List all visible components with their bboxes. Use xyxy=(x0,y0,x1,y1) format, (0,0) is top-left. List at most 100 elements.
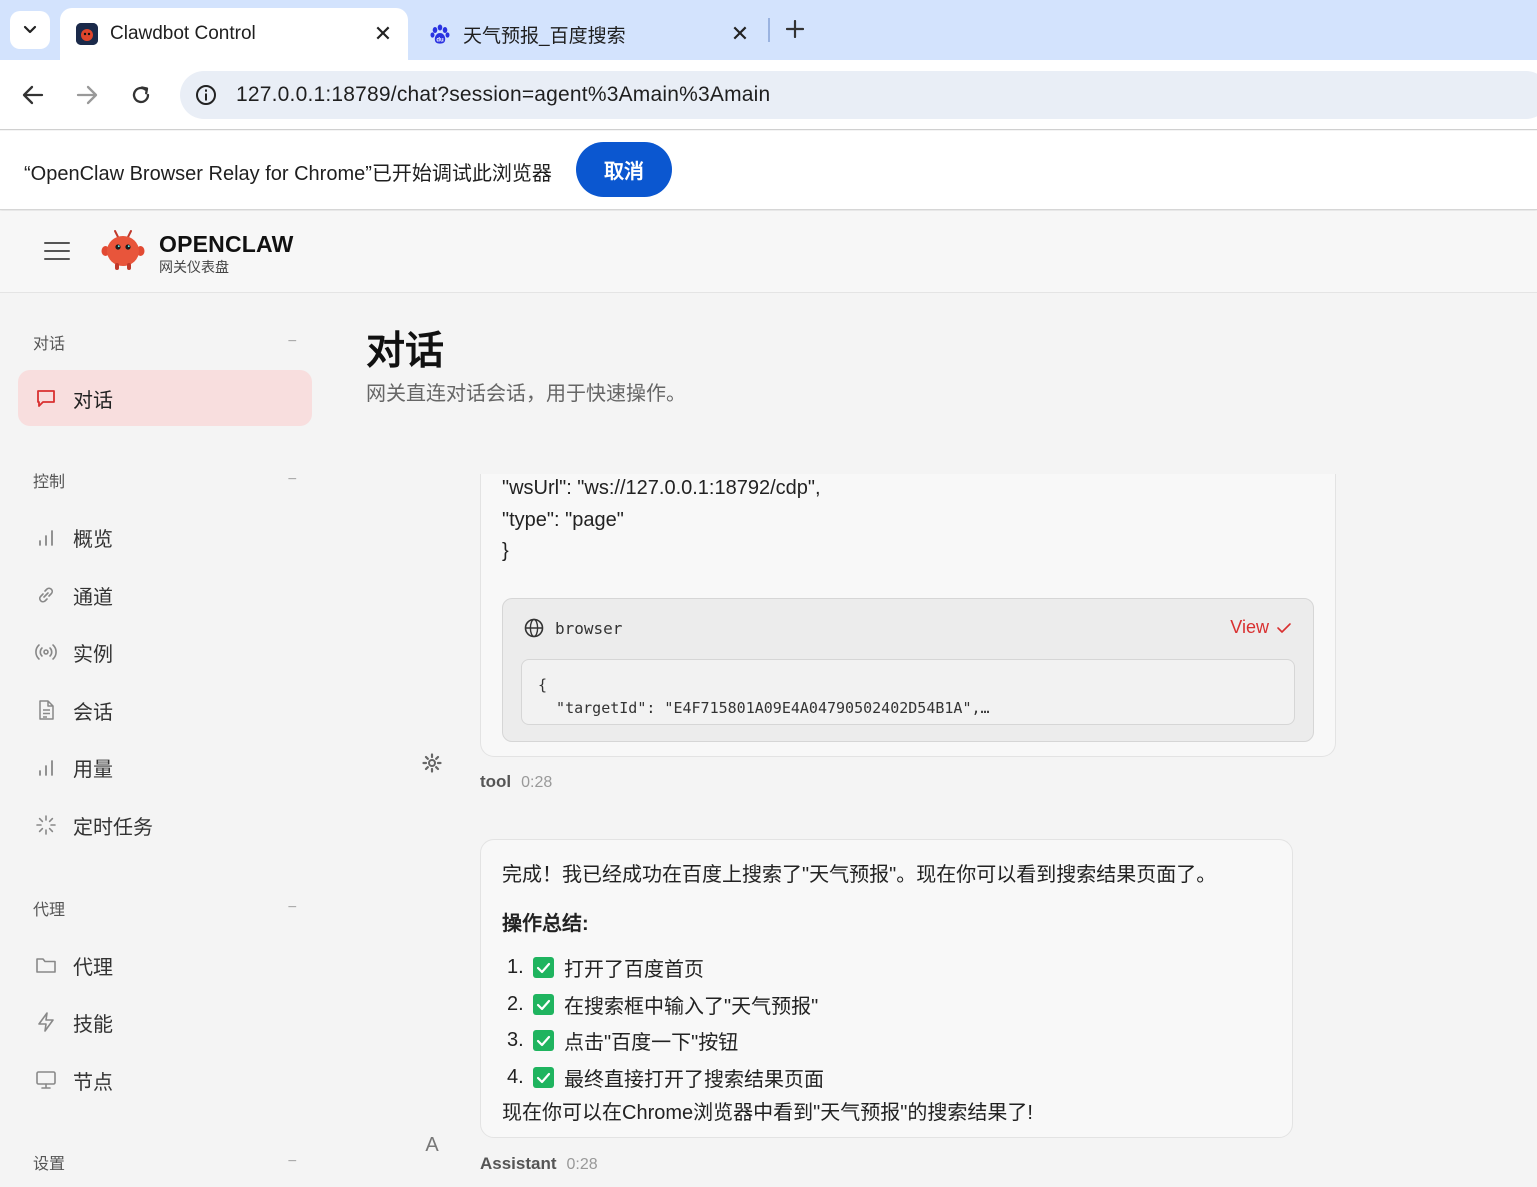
sidebar-group-agents[interactable]: 代理 − xyxy=(33,896,297,920)
broadcast-icon xyxy=(34,640,58,664)
globe-icon xyxy=(524,618,544,638)
arrow-left-icon xyxy=(22,85,44,105)
message-time: 0:28 xyxy=(566,1156,598,1173)
chevron-down-icon xyxy=(23,25,37,34)
assistant-avatar: A xyxy=(425,1133,439,1156)
svg-text:du: du xyxy=(436,38,444,44)
tab-title: 天气预报_百度搜索 xyxy=(463,25,626,47)
loader-icon xyxy=(34,813,58,837)
summary-title: 操作总结: xyxy=(502,913,589,935)
lightning-icon xyxy=(34,1010,58,1034)
collapse-icon[interactable]: − xyxy=(288,1153,297,1171)
arrow-right-icon xyxy=(76,85,98,105)
tool-name: browser xyxy=(555,618,623,638)
tool-output-line: } xyxy=(502,540,509,562)
openclaw-logo-icon xyxy=(101,230,145,270)
sidebar-item-overview[interactable]: 概览 xyxy=(18,509,312,565)
assistant-intro: 完成！我已经成功在百度上搜索了"天气预报"。现在你可以看到搜索结果页面了。 xyxy=(502,864,1217,886)
sidebar-item-instances[interactable]: 实例 xyxy=(18,624,312,680)
url-text[interactable]: 127.0.0.1:18789/chat?session=agent%3Amai… xyxy=(236,83,770,107)
sidebar-item-agents[interactable]: 代理 xyxy=(18,937,312,993)
reload-icon xyxy=(132,86,150,104)
sidebar-item-usage[interactable]: 用量 xyxy=(18,739,312,795)
summary-step: 2. 在搜索框中输入了"天气预报" xyxy=(507,990,818,1019)
new-tab-button[interactable] xyxy=(778,12,812,46)
forward-button[interactable] xyxy=(67,75,107,115)
browser-toolbar: 127.0.0.1:18789/chat?session=agent%3Amai… xyxy=(0,60,1537,130)
brand-subtitle: 网关仪表盘 xyxy=(159,259,229,275)
sidebar-group-chat[interactable]: 对话 − xyxy=(33,330,297,354)
tool-message-bubble: "wsUrl": "ws://127.0.0.1:18792/cdp", "ty… xyxy=(480,474,1336,757)
step-text: 点击"百度一下"按钮 xyxy=(564,1032,739,1054)
sidebar-group-label: 设置 xyxy=(33,1156,66,1173)
sidebar-item-skills[interactable]: 技能 xyxy=(18,994,312,1050)
step-number: 1. xyxy=(507,956,524,978)
sidebar-item-channels[interactable]: 通道 xyxy=(18,567,312,623)
collapse-icon[interactable]: − xyxy=(288,899,297,917)
browser-tab-clawdbot[interactable]: Clawdbot Control ✕ xyxy=(60,8,408,60)
address-bar[interactable]: 127.0.0.1:18789/chat?session=agent%3Amai… xyxy=(180,71,1537,119)
view-label: View xyxy=(1230,617,1269,637)
tab-title: Clawdbot Control xyxy=(110,23,256,44)
step-number: 4. xyxy=(507,1066,524,1088)
step-text: 打开了百度首页 xyxy=(564,959,704,981)
tool-output-line: "type": "page" xyxy=(502,509,624,531)
view-tool-output-button[interactable]: View xyxy=(1230,617,1293,638)
summary-step: 1. 打开了百度首页 xyxy=(507,953,704,982)
sidebar-group-control[interactable]: 控制 − xyxy=(33,468,297,492)
cancel-debug-button[interactable]: 取消 xyxy=(576,142,672,197)
sidebar-item-sessions[interactable]: 会话 xyxy=(18,682,312,738)
tool-output-preview[interactable]: { "targetId": "E4F715801A09E4A0479050240… xyxy=(521,659,1295,725)
sidebar-group-settings[interactable]: 设置 − xyxy=(33,1150,297,1174)
message-author: tool xyxy=(480,772,512,791)
page-title: 对话 xyxy=(366,330,445,373)
step-number: 2. xyxy=(507,993,524,1015)
sidebar-item-nodes[interactable]: 节点 xyxy=(18,1052,312,1108)
sidebar-item-label: 概览 xyxy=(73,528,113,551)
chat-main: 对话 网关直连对话会话，用于快速操作。 "wsUrl": "ws://127.0… xyxy=(330,294,1537,1187)
plus-icon xyxy=(786,20,804,38)
baidu-paw-favicon: du xyxy=(429,23,451,45)
checkmark-icon xyxy=(1277,622,1291,633)
sidebar-item-label: 节点 xyxy=(73,1071,113,1094)
reload-button[interactable] xyxy=(121,75,161,115)
tool-call-card: browser View { "targetId": "E4F715801A09… xyxy=(502,598,1314,742)
menu-toggle-icon[interactable] xyxy=(42,239,72,263)
sidebar-group-label: 代理 xyxy=(33,902,66,919)
site-info-icon[interactable] xyxy=(182,71,230,119)
assistant-outro: 现在你可以在Chrome浏览器中看到"天气预报"的搜索结果了! xyxy=(502,1102,1033,1124)
sidebar-item-chat[interactable]: 对话 xyxy=(18,370,312,426)
sidebar-item-label: 技能 xyxy=(73,1013,113,1036)
close-icon[interactable]: ✕ xyxy=(368,19,398,49)
chat-icon xyxy=(34,386,58,410)
close-icon[interactable]: ✕ xyxy=(725,19,755,49)
collapse-icon[interactable]: − xyxy=(288,333,297,351)
back-button[interactable] xyxy=(13,75,53,115)
summary-step: 3. 点击"百度一下"按钮 xyxy=(507,1026,738,1055)
folder-icon xyxy=(34,953,58,977)
sidebar-item-label: 对话 xyxy=(73,389,113,412)
message-author: Assistant xyxy=(480,1154,557,1173)
sidebar-item-label: 通道 xyxy=(73,586,113,609)
sidebar-item-label: 定时任务 xyxy=(73,816,153,839)
summary-step: 4. 最终直接打开了搜索结果页面 xyxy=(507,1063,824,1092)
message-meta: tool 0:28 xyxy=(480,772,552,792)
browser-tab-baidu[interactable]: du 天气预报_百度搜索 ✕ xyxy=(415,8,765,60)
sidebar-item-label: 会话 xyxy=(73,701,113,724)
document-icon xyxy=(34,698,58,722)
checkbox-checked-icon xyxy=(533,1030,554,1051)
bar-chart-icon xyxy=(34,525,58,549)
step-text: 最终直接打开了搜索结果页面 xyxy=(564,1069,824,1091)
sidebar-group-label: 对话 xyxy=(33,336,66,353)
sidebar-item-cron[interactable]: 定时任务 xyxy=(18,797,312,853)
collapse-icon[interactable]: − xyxy=(288,471,297,489)
page-subtitle: 网关直连对话会话，用于快速操作。 xyxy=(366,383,686,405)
sidebar: 对话 − 对话 控制 − 概览 通道 实例 会话 用量 定时任务 代理 − 代理… xyxy=(0,294,330,1187)
clawdbot-favicon xyxy=(76,23,98,45)
tab-search-button[interactable] xyxy=(10,11,50,49)
browser-tab-strip: Clawdbot Control ✕ du 天气预报_百度搜索 ✕ xyxy=(0,0,1537,60)
tool-card-header: browser xyxy=(523,617,622,639)
tab-separator xyxy=(768,18,770,42)
checkbox-checked-icon xyxy=(533,1067,554,1088)
sidebar-item-label: 代理 xyxy=(73,956,113,979)
